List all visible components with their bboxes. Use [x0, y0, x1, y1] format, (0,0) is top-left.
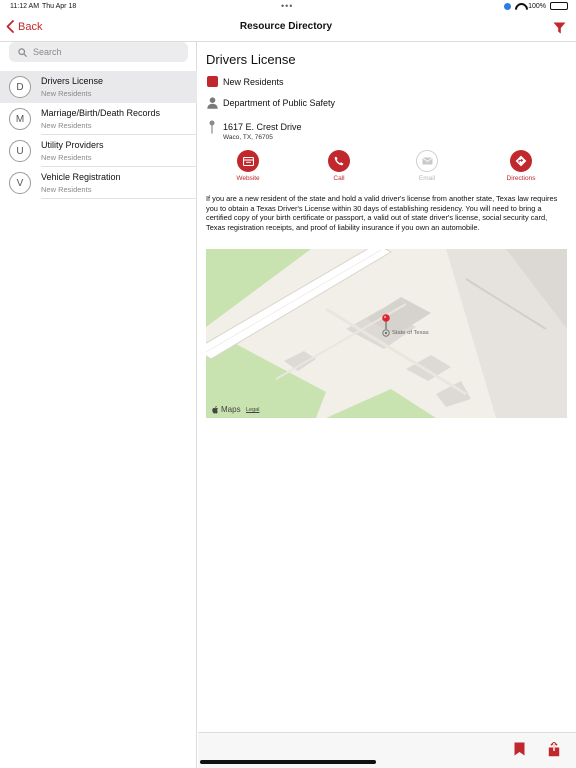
status-bar: 11:12 AM Thu Apr 18 ••• 100% — [0, 0, 576, 14]
category-label: New Residents — [223, 76, 284, 87]
list-item-title: Vehicle Registration — [41, 172, 121, 182]
filter-icon — [553, 22, 566, 34]
directions-label: Directions — [506, 175, 536, 182]
phone-icon — [334, 156, 344, 166]
share-button[interactable] — [548, 741, 560, 762]
agency-row: Department of Public Safety — [206, 97, 335, 109]
agency-label: Department of Public Safety — [223, 98, 336, 108]
divider — [41, 198, 197, 199]
location-icon — [504, 2, 512, 10]
map-legal-link[interactable]: Legal — [246, 407, 259, 413]
wifi-icon — [515, 3, 524, 10]
search-input[interactable]: Search — [9, 42, 188, 62]
maps-logo: Maps — [212, 405, 241, 414]
email-label: Email — [418, 175, 436, 182]
map-place-label: State of Texas — [392, 330, 429, 336]
map-pin-icon — [209, 120, 215, 134]
list-item-records[interactable]: M Marriage/Birth/Death Records New Resid… — [0, 103, 197, 135]
list-item-title: Drivers License — [41, 76, 104, 86]
avatar: M — [9, 108, 31, 130]
list-item-subtitle: New Residents — [41, 121, 92, 130]
avatar: V — [9, 172, 31, 194]
resource-list: D Drivers License New Residents M Marria… — [0, 71, 197, 199]
list-item-subtitle: New Residents — [41, 153, 92, 162]
filter-button[interactable] — [553, 21, 566, 39]
category-row: New Residents — [206, 76, 284, 87]
battery-icon — [550, 2, 568, 10]
list-item-title: Marriage/Birth/Death Records — [41, 108, 161, 118]
back-label: Back — [18, 20, 43, 33]
address-line2: Waco, TX, 76705 — [223, 134, 273, 141]
home-indicator[interactable] — [200, 760, 376, 764]
share-icon — [548, 741, 560, 757]
status-time: 11:12 AM — [10, 3, 40, 10]
battery-percent: 100% — [528, 2, 546, 10]
back-button[interactable]: Back — [6, 20, 42, 33]
person-icon — [206, 97, 218, 109]
map-view[interactable]: State of Texas Maps Legal — [206, 249, 567, 418]
navigation-bar: Back Resource Directory — [0, 14, 576, 42]
website-button[interactable]: Website — [218, 150, 278, 182]
directions-icon — [515, 155, 527, 167]
email-button: Email — [397, 150, 457, 182]
list-item-utility-providers[interactable]: U Utility Providers New Residents — [0, 135, 197, 167]
list-item-subtitle: New Residents — [41, 89, 92, 98]
address-row[interactable]: 1617 E. Crest Drive — [206, 120, 302, 134]
list-item-drivers-license[interactable]: D Drivers License New Residents — [0, 71, 197, 103]
apple-logo-icon — [212, 405, 218, 413]
status-date: Thu Apr 18 — [42, 3, 77, 10]
avatar: U — [9, 140, 31, 162]
maps-brand: Maps — [221, 405, 241, 414]
list-item-vehicle-registration[interactable]: V Vehicle Registration New Residents — [0, 167, 197, 199]
multitask-dots[interactable]: ••• — [281, 1, 293, 11]
category-color-icon — [206, 76, 218, 87]
list-item-title: Utility Providers — [41, 140, 104, 150]
avatar: D — [9, 76, 31, 98]
search-placeholder: Search — [33, 47, 62, 57]
sidebar: Search D Drivers License New Residents M… — [0, 42, 197, 768]
search-icon — [18, 47, 27, 57]
detail-title: Drivers License — [206, 52, 296, 67]
list-item-subtitle: New Residents — [41, 185, 92, 194]
directions-button[interactable]: Directions — [491, 150, 551, 182]
website-icon — [242, 156, 254, 166]
map-tiles — [206, 249, 567, 418]
detail-pane: Drivers License New Residents Department… — [198, 42, 576, 732]
envelope-icon — [422, 157, 432, 165]
description-text: If you are a new resident of the state a… — [206, 194, 558, 232]
website-label: Website — [236, 175, 260, 182]
bookmark-icon — [514, 742, 525, 756]
action-bar: Website Call Email Directions — [198, 150, 576, 186]
page-title: Resource Directory — [239, 21, 333, 32]
call-button[interactable]: Call — [309, 150, 369, 182]
status-right: 100% — [504, 2, 568, 10]
bookmark-button[interactable] — [514, 742, 525, 761]
call-label: Call — [333, 175, 345, 182]
address-line1: 1617 E. Crest Drive — [223, 122, 302, 132]
chevron-left-icon — [6, 20, 14, 33]
